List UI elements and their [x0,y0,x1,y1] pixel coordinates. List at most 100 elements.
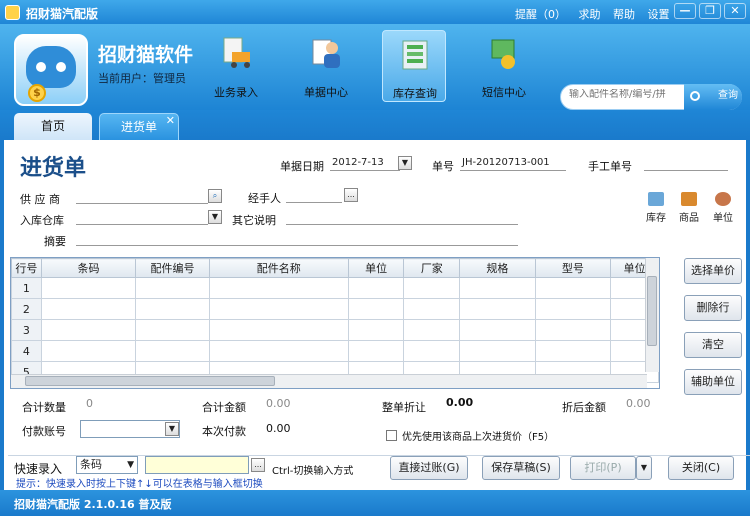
tab-home[interactable]: 首页 [14,113,92,140]
warehouse-label: 入库仓库 [20,214,64,227]
print-dropdown-icon[interactable]: ▼ [636,456,652,480]
app-logo-icon [5,5,20,20]
cart-icon [223,37,250,68]
close-window-button[interactable]: ✕ [724,3,746,19]
table-row[interactable]: 2 [11,298,659,320]
tip-text: 提示：快速录入时按上下键↑↓可以在表格与输入框切换 [16,479,263,490]
version-text: 招财猫汽配版 2.1.0.16 普及版 [14,498,172,511]
cat-logo-icon: $ [14,34,88,106]
help-link[interactable]: 帮助 [613,8,635,21]
warehouse-icon [402,40,428,70]
search-icon [690,91,700,101]
minimize-button[interactable]: — [674,3,696,19]
grid-header: 行号 条码 配件编号 配件名称 单位 厂家 规格 型号 单位 [11,258,659,278]
reminder-link[interactable]: 提醒（0） [515,8,566,21]
current-payment-label: 本次付款 [202,425,246,438]
quick-entry-mode-select[interactable]: 条码 ▼ [76,456,138,474]
quick-entry-input[interactable] [145,456,249,474]
delete-row-button[interactable]: 删除行 [684,295,742,321]
product-icon [681,192,697,206]
total-amount-value: 0.00 [266,397,291,410]
prefer-last-price-label: 优先使用该商品上次进货价（F5） [402,432,555,443]
after-discount-value: 0.00 [626,397,651,410]
column-header[interactable]: 配件名称 [208,258,349,278]
mode-dropdown-icon: ▼ [127,460,134,470]
aux-unit-button[interactable]: 辅助单位 [684,369,742,395]
inventory-icon [648,192,664,206]
supplier-label: 供 应 商 [20,193,60,206]
current-payment-value[interactable]: 0.00 [266,422,291,435]
discount-label: 整单折让 [382,401,426,414]
table-row[interactable]: 4 [11,340,659,362]
column-header[interactable]: 配件编号 [135,258,210,278]
tab-bar: 首页 进货单 ✕ [0,110,750,140]
handler-field[interactable] [286,187,342,203]
table-row[interactable]: 3 [11,319,659,341]
post-directly-button[interactable]: 直接过账(G) [390,456,468,480]
product-shortcut[interactable]: 商品 [673,192,705,224]
column-header[interactable]: 行号 [11,258,42,278]
app-title: 招财猫汽配版 [26,7,99,21]
supplier-search-icon[interactable]: ⌕ [208,189,222,203]
maximize-button[interactable]: ❐ [699,3,721,19]
module-sms-center[interactable]: 短信中心 [472,30,536,102]
table-row[interactable]: 1 [11,277,659,299]
unit-shortcut[interactable]: 单位 [707,192,739,224]
inventory-shortcut[interactable]: 库存 [640,192,672,224]
other-notes-field[interactable] [286,209,518,225]
total-qty-label: 合计数量 [22,401,66,414]
search-button[interactable]: 查询 [684,84,742,110]
manual-no-field[interactable] [644,155,728,171]
column-header[interactable]: 厂家 [403,258,461,278]
module-inventory-query[interactable]: 库存查询 [382,30,446,102]
horizontal-scrollbar[interactable] [11,374,647,388]
vertical-scrollbar[interactable] [645,258,659,372]
column-header[interactable]: 条码 [40,258,137,278]
date-label: 单据日期 [280,160,324,173]
help-request-link[interactable]: 求助 [579,8,601,21]
purchase-order-form: 进货单 单据日期 2012-7-13 ▼ 单号 JH-20120713-001 … [0,140,750,490]
column-header[interactable]: 型号 [534,258,612,278]
page-title: 进货单 [20,155,87,181]
tab-purchase-order[interactable]: 进货单 ✕ [99,113,179,140]
module-business-entry[interactable]: 业务录入 [204,30,268,102]
switch-input-hint: Ctrl-切换输入方式 [272,466,354,477]
search-input[interactable] [569,89,685,100]
order-no-field: JH-20120713-001 [460,155,566,171]
supplier-field[interactable] [76,188,208,204]
settings-link[interactable]: 设置 [648,8,670,21]
discount-value[interactable]: 0.00 [446,396,473,409]
quick-entry-browse-button[interactable]: ... [251,458,265,472]
module-document-center[interactable]: 单据中心 [294,30,358,102]
date-field[interactable]: 2012-7-13 [330,155,400,171]
column-header[interactable]: 规格 [459,258,536,278]
people-icon [715,192,731,206]
select-price-button[interactable]: 选择单价 [684,258,742,284]
other-notes-label: 其它说明 [232,214,276,227]
total-qty-value: 0 [86,397,93,410]
brand-name: 招财猫软件 [98,44,194,66]
close-form-button[interactable]: 关闭(C) [668,456,734,480]
clear-button[interactable]: 清空 [684,332,742,358]
document-user-icon [312,39,340,68]
title-bar: 招财猫汽配版 提醒（0） 求助 帮助 设置 — ❐ ✕ [0,0,750,24]
handler-label: 经手人 [248,192,281,205]
save-draft-button[interactable]: 保存草稿(S) [482,456,560,480]
prefer-last-price-checkbox[interactable] [386,430,397,441]
header: $ 招财猫软件 当前用户：管理员 业务录入 单据中心 库存查询 短信中心 查询 [0,24,750,110]
payment-account-dropdown-icon[interactable]: ▼ [165,422,179,436]
summary-field[interactable] [76,230,518,246]
column-header[interactable]: 单位 [347,258,405,278]
warehouse-field[interactable] [76,209,208,225]
date-dropdown-icon[interactable]: ▼ [398,156,412,170]
order-no-label: 单号 [432,160,454,173]
summary-label: 摘要 [44,235,66,248]
handler-browse-button[interactable]: ... [344,188,358,202]
warehouse-dropdown-icon[interactable]: ▼ [208,210,222,224]
manual-no-label: 手工单号 [588,160,632,173]
status-bar: 招财猫汽配版 2.1.0.16 普及版 [0,490,750,516]
total-amount-label: 合计金额 [202,401,246,414]
print-button[interactable]: 打印(P) [570,456,636,480]
close-tab-icon[interactable]: ✕ [166,107,175,134]
after-discount-label: 折后金额 [562,401,606,414]
